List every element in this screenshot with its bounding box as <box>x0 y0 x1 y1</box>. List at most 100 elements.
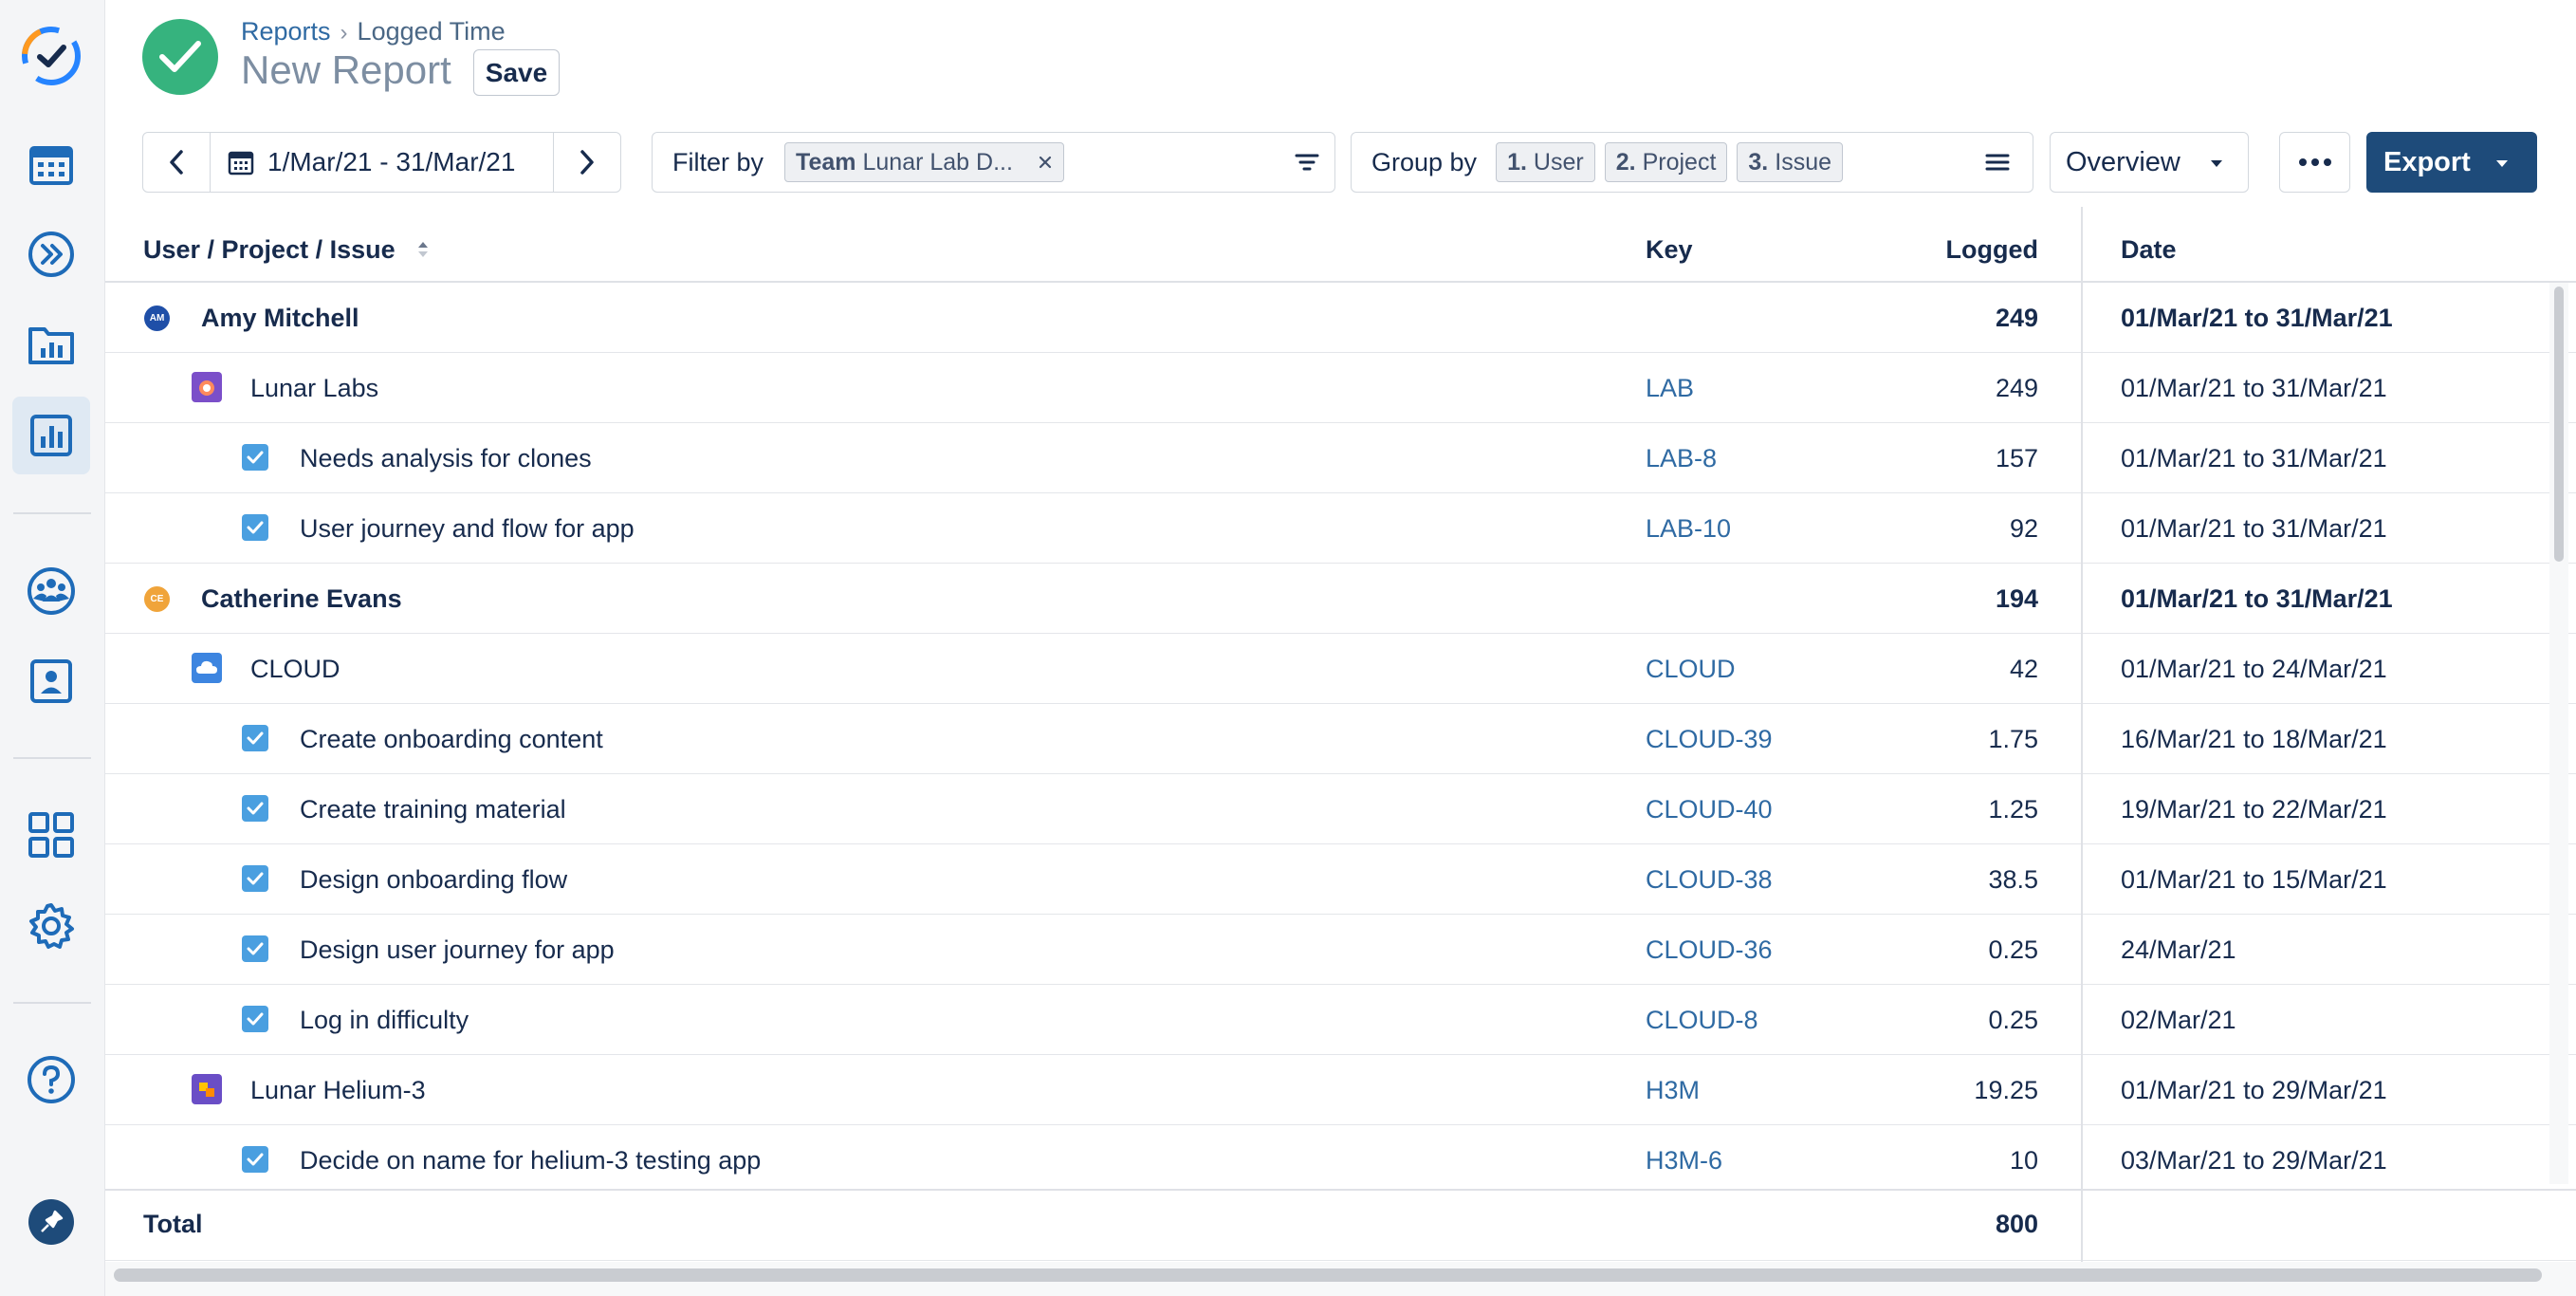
filter-bar[interactable]: Filter by Team Lunar Lab D... <box>652 132 1335 193</box>
caret-down-icon <box>2496 160 2508 167</box>
project-key-link[interactable]: CLOUD <box>1646 655 1736 684</box>
issue-row[interactable]: Log in difficulty CLOUD-8 0.25 02/Mar/21 <box>105 985 2576 1055</box>
issue-task-icon <box>242 444 268 471</box>
issue-key-link[interactable]: H3M-6 <box>1646 1146 1722 1176</box>
table-header: User / Project / Issue Key Logged Date <box>105 207 2576 283</box>
sidebar-divider <box>13 757 91 759</box>
issue-row[interactable]: Needs analysis for clones LAB-8 157 01/Mar/… <box>105 423 2576 493</box>
issue-key-link[interactable]: CLOUD-8 <box>1646 1006 1758 1035</box>
horizontal-scrollbar[interactable] <box>114 1268 2542 1282</box>
group-chip-project[interactable]: 2. Project <box>1604 142 1728 182</box>
issue-task-icon <box>242 935 268 962</box>
issue-row[interactable]: User journey and flow for app LAB-10 92 01/… <box>105 493 2576 564</box>
issue-row[interactable]: Create onboarding content CLOUD-39 1.75 16/… <box>105 704 2576 774</box>
user-row[interactable]: AM Amy Mitchell 249 01/Mar/21 to 31/Mar/21 <box>105 283 2576 353</box>
group-chip-user[interactable]: 1. User <box>1496 142 1595 182</box>
forward-icon[interactable] <box>12 215 90 293</box>
help-icon[interactable] <box>12 1041 90 1119</box>
filter-chip-key: Team <box>796 148 856 176</box>
next-period-button[interactable] <box>554 133 620 192</box>
user-card-icon[interactable] <box>12 642 90 720</box>
total-label: Total <box>143 1210 203 1238</box>
dashboard-grid-icon[interactable] <box>12 796 90 874</box>
project-logged-value: 42 <box>2009 655 2038 683</box>
team-icon[interactable] <box>12 552 90 630</box>
filter-chip-team[interactable]: Team Lunar Lab D... <box>784 142 1065 182</box>
calendar-icon[interactable] <box>12 125 90 203</box>
filter-funnel-icon[interactable] <box>1293 148 1321 176</box>
breadcrumb-chevron-icon: › <box>340 20 348 46</box>
issue-key-link[interactable]: CLOUD-39 <box>1646 725 1773 754</box>
group-chip-label: Project <box>1642 148 1717 176</box>
close-icon[interactable] <box>1038 155 1053 170</box>
date-range-field[interactable]: 1/Mar/21 - 31/Mar/21 <box>210 133 554 192</box>
group-chip-number: 2. <box>1615 148 1636 176</box>
user-row[interactable]: CE Catherine Evans 194 01/Mar/21 to 31/Mar/… <box>105 564 2576 634</box>
issue-task-icon <box>242 725 268 751</box>
save-button[interactable]: Save <box>473 49 560 96</box>
chevron-left-icon <box>170 150 183 175</box>
page-title[interactable]: New Report <box>241 47 451 93</box>
sidebar-divider <box>13 1002 91 1004</box>
issue-logged-value: 10 <box>2009 1146 2038 1175</box>
pin-icon[interactable] <box>12 1183 90 1261</box>
app-sidebar <box>0 0 105 1296</box>
issue-logged-value: 0.25 <box>1988 1006 2038 1034</box>
issue-date-range: 16/Mar/21 to 18/Mar/21 <box>2121 725 2387 753</box>
user-date-range: 01/Mar/21 to 31/Mar/21 <box>2121 304 2393 332</box>
group-by-bar[interactable]: Group by 1. User 2. Project 3. Issue <box>1351 132 2033 193</box>
issue-key-link[interactable]: CLOUD-40 <box>1646 795 1773 824</box>
vertical-scrollbar[interactable] <box>2554 287 2564 562</box>
project-row[interactable]: CLOUD CLOUD 42 01/Mar/21 to 24/Mar/21 <box>105 634 2576 704</box>
issue-logged-value: 1.75 <box>1988 725 2038 753</box>
folder-chart-icon[interactable] <box>12 305 90 383</box>
project-date-range: 01/Mar/21 to 29/Mar/21 <box>2121 1076 2387 1104</box>
breadcrumb-reports-link[interactable]: Reports <box>241 17 331 46</box>
column-header-key[interactable]: Key <box>1646 235 1693 265</box>
previous-period-button[interactable] <box>143 133 210 192</box>
view-dropdown[interactable]: Overview <box>2050 132 2249 193</box>
issue-row[interactable]: Design onboarding flow CLOUD-38 38.5 01/Mar… <box>105 844 2576 915</box>
reports-icon[interactable] <box>12 397 90 474</box>
report-success-icon <box>142 19 218 95</box>
issue-logged-value: 0.25 <box>1988 935 2038 964</box>
issue-row[interactable]: Decide on name for helium-3 testing app H… <box>105 1125 2576 1195</box>
project-icon <box>192 372 222 402</box>
group-chip-label: User <box>1533 148 1584 176</box>
issue-key-link[interactable]: LAB-10 <box>1646 514 1731 544</box>
issue-date-range: 03/Mar/21 to 29/Mar/21 <box>2121 1146 2387 1175</box>
user-avatar: AM <box>144 305 170 331</box>
issue-date-range: 01/Mar/21 to 15/Mar/21 <box>2121 865 2387 894</box>
more-options-button[interactable] <box>2279 132 2350 193</box>
issue-logged-value: 38.5 <box>1988 865 2038 894</box>
issue-row[interactable]: Create training material CLOUD-40 1.25 19/M… <box>105 774 2576 844</box>
project-row[interactable]: Lunar Helium-3 H3M 19.25 01/Mar/21 to 29/Ma… <box>105 1055 2576 1125</box>
group-chip-label: Issue <box>1775 148 1832 176</box>
user-logged-value: 249 <box>1995 304 2038 332</box>
column-header-name[interactable]: User / Project / Issue <box>143 235 431 265</box>
menu-lines-icon[interactable] <box>1983 148 2012 176</box>
issue-row[interactable]: Design user journey for app CLOUD-36 0.25 2… <box>105 915 2576 985</box>
sort-icon[interactable] <box>415 239 431 260</box>
column-header-date[interactable]: Date <box>2121 235 2177 265</box>
user-avatar: CE <box>144 586 170 612</box>
issue-key-link[interactable]: CLOUD-38 <box>1646 865 1773 895</box>
breadcrumb: Reports › Logged Time <box>241 17 506 46</box>
project-key-link[interactable]: H3M <box>1646 1076 1700 1105</box>
column-divider <box>2081 207 2083 1252</box>
app-logo-icon[interactable] <box>12 17 90 95</box>
issue-key-link[interactable]: LAB-8 <box>1646 444 1717 473</box>
more-dots-icon <box>2298 158 2331 166</box>
group-chip-issue[interactable]: 3. Issue <box>1737 142 1844 182</box>
user-name: Catherine Evans <box>201 584 402 613</box>
export-button[interactable]: Export <box>2366 132 2537 193</box>
group-by-label: Group by <box>1371 147 1478 176</box>
project-logged-value: 249 <box>1995 374 2038 402</box>
group-chip-number: 1. <box>1507 148 1527 176</box>
issue-key-link[interactable]: CLOUD-36 <box>1646 935 1773 965</box>
project-row[interactable]: Lunar Labs LAB 249 01/Mar/21 to 31/Mar/21 <box>105 353 2576 423</box>
settings-gear-icon[interactable] <box>12 887 90 965</box>
column-header-logged[interactable]: Logged <box>1946 235 2038 265</box>
project-key-link[interactable]: LAB <box>1646 374 1694 403</box>
user-date-range: 01/Mar/21 to 31/Mar/21 <box>2121 584 2393 613</box>
